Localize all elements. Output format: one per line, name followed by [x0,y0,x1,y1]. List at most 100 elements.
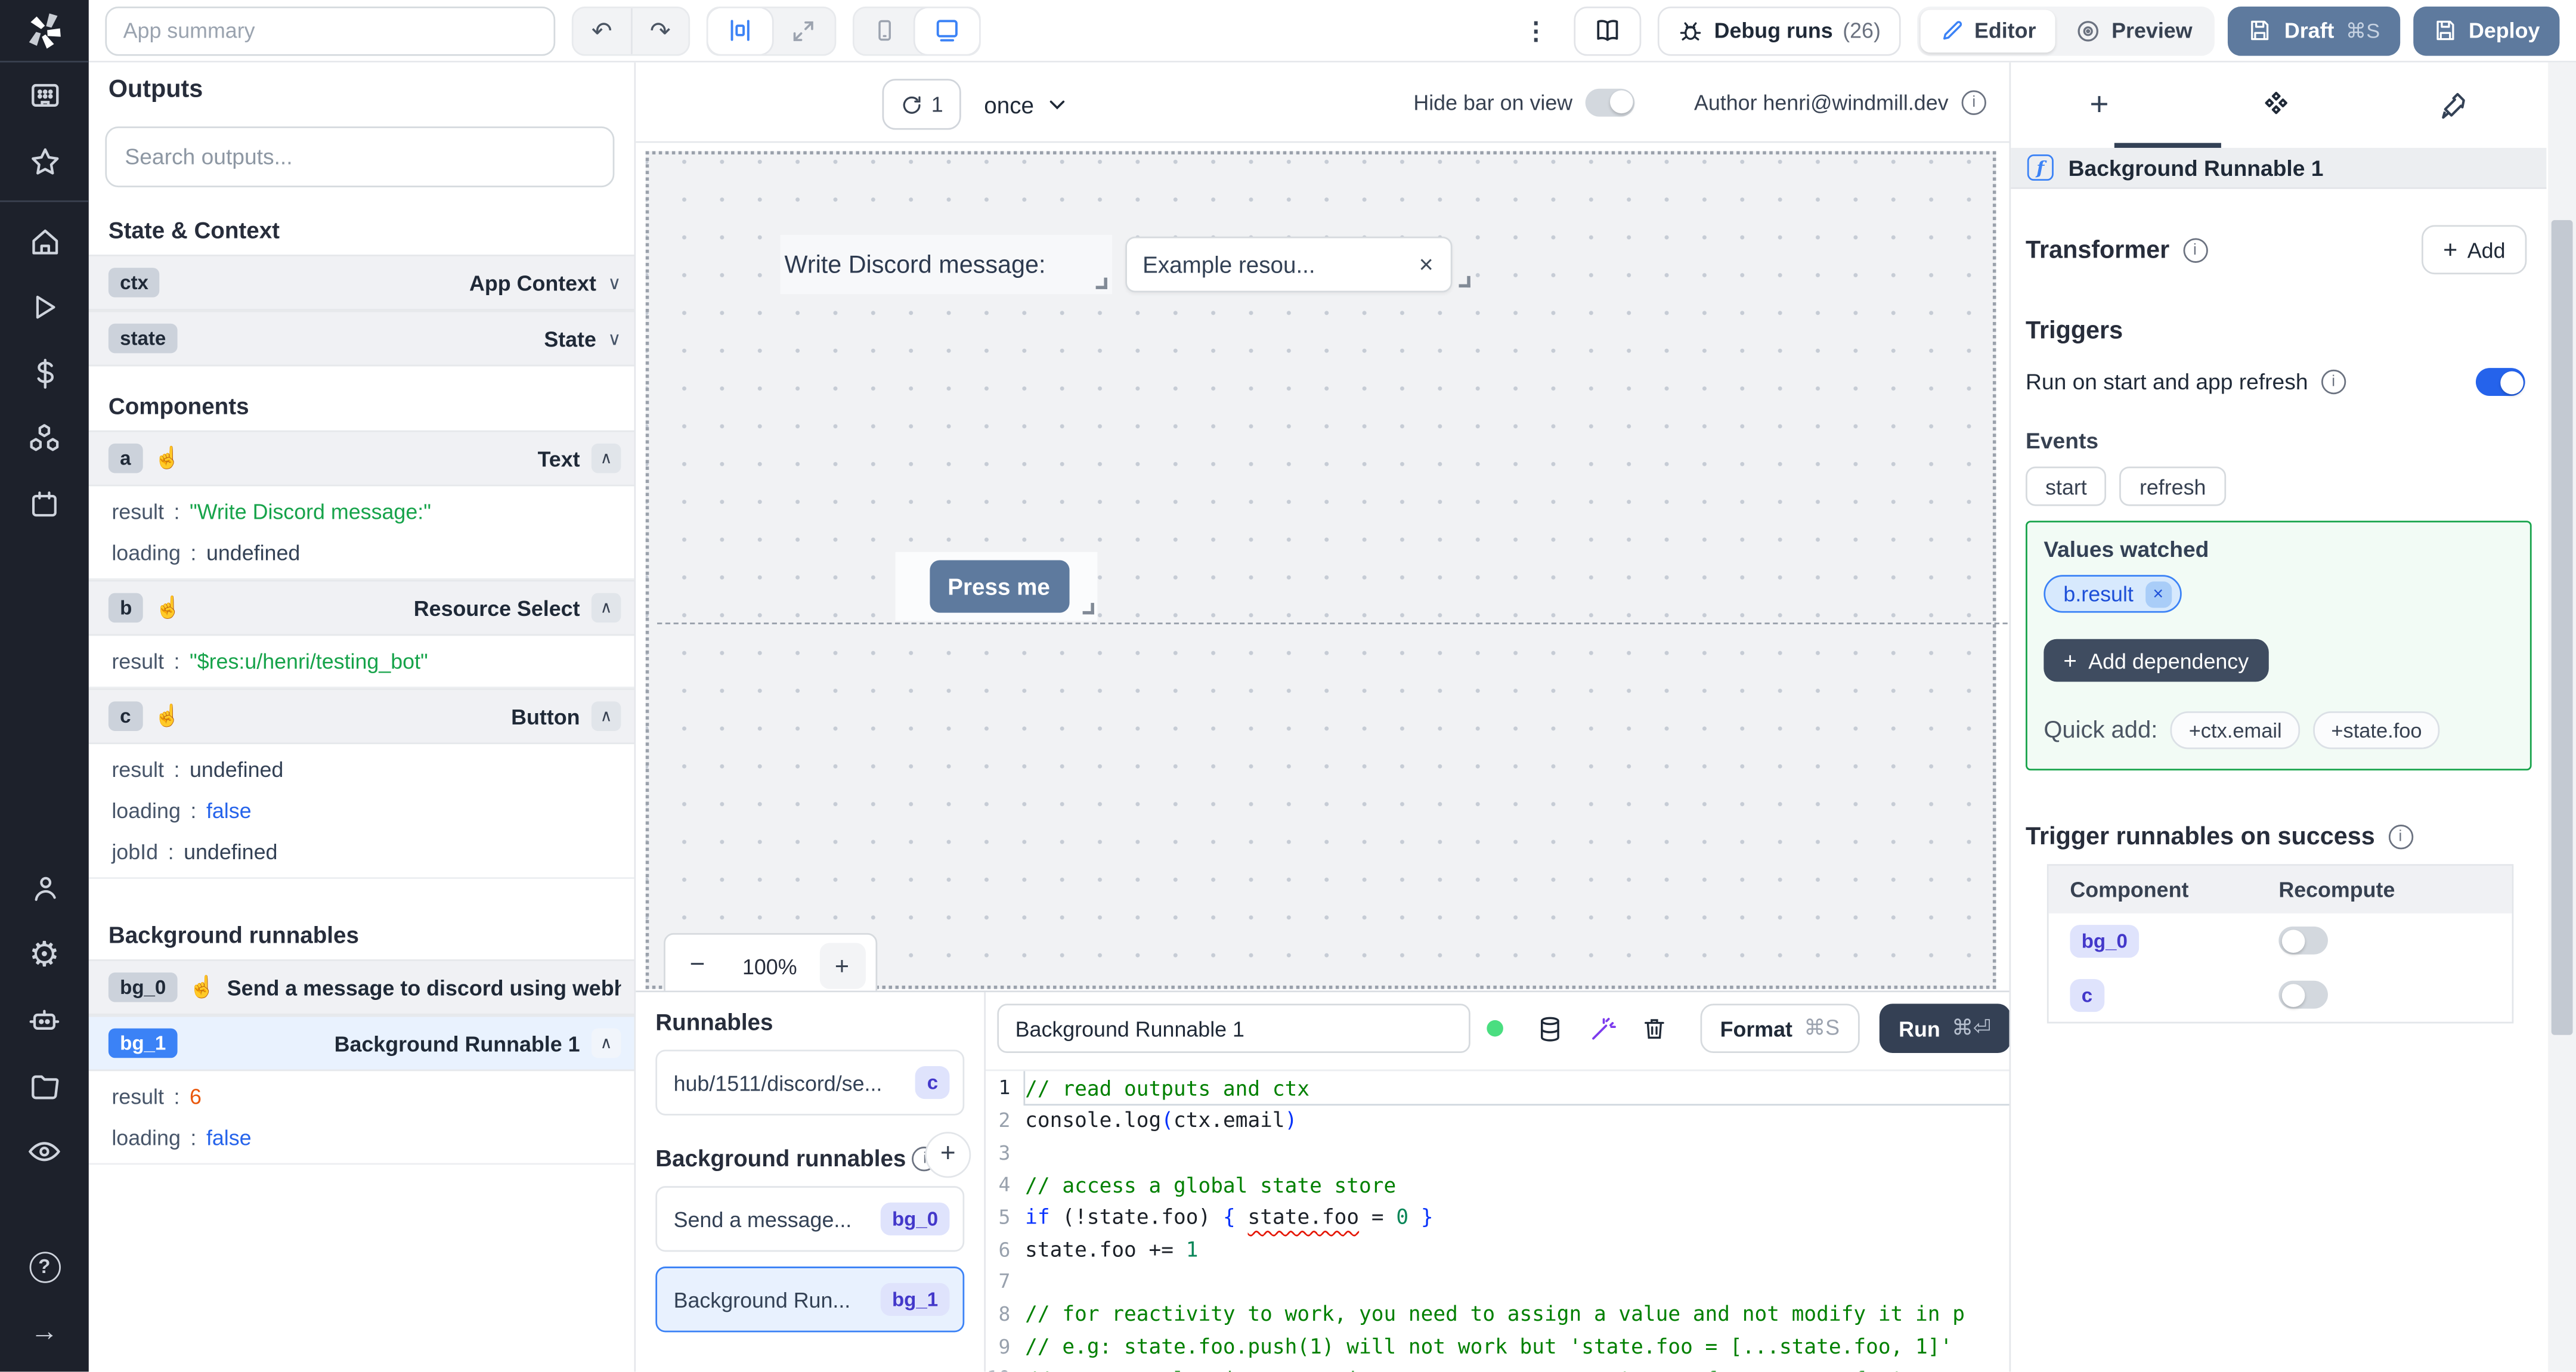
info-icon[interactable]: i [1961,89,1986,114]
bg-runnable-row[interactable]: bg_0 ☝ Send a message to discord using we… [88,959,634,1015]
recompute-toggle[interactable] [2278,926,2328,955]
undo-button[interactable]: ↶ [574,7,632,54]
tab-runnables-settings[interactable] [2188,88,2364,122]
deploy-button[interactable]: Deploy [2413,5,2560,55]
tab-add-component[interactable]: + [2011,86,2187,124]
code-line[interactable]: 5 if (!state.foo) { state.foo = 0 } [986,1201,2022,1233]
resource-select-component[interactable]: Example resou... × [1124,236,1470,293]
chevron-down-icon[interactable]: ∨ [608,272,621,293]
runs-play-icon[interactable] [0,274,89,340]
debug-runs-button[interactable]: Debug runs (26) [1658,5,1900,55]
schedules-calendar-icon[interactable] [0,472,89,537]
code-editor[interactable]: 1 // read outputs and ctx 2 console.log(… [986,1070,2023,1372]
state-context-row[interactable]: ctx App Context ∨ [88,255,634,311]
info-icon[interactable]: i [2388,825,2413,850]
code-line[interactable]: 4 // access a global state store [986,1169,2022,1201]
apps-window-icon[interactable] [0,63,89,128]
variables-dollar-icon[interactable] [0,340,89,405]
folders-icon[interactable] [0,1053,89,1119]
code-line[interactable]: 8 // for reactivity to work, you need to… [986,1298,2022,1330]
help-icon[interactable]: ? [0,1234,89,1299]
collapse-icon[interactable]: ∧ [591,1028,621,1058]
draft-button[interactable]: Draft ⌘S [2228,5,2400,55]
more-menu-button[interactable]: ⋮ [1521,16,1552,45]
chevron-down-icon[interactable]: ∨ [608,328,621,349]
bg-runnable-item[interactable]: Send a message... bg_0 [655,1187,965,1253]
zoom-out-button[interactable]: − [674,951,720,981]
state-context-row[interactable]: state State ∨ [88,310,634,367]
ai-wand-icon[interactable] [1575,1015,1628,1043]
run-button[interactable]: Run ⌘⏎ [1879,1004,2011,1054]
recompute-toggle[interactable] [2278,980,2328,1009]
event-chip[interactable]: start [2026,466,2107,506]
quick-add-chip[interactable]: +state.foo [2313,711,2440,750]
collapse-icon[interactable]: ∧ [591,593,621,623]
tab-preview[interactable]: Preview [2055,9,2212,52]
outputs-search[interactable] [105,126,615,188]
fullscreen-button[interactable] [772,7,835,53]
delete-trash-icon[interactable] [1628,1015,1680,1042]
clear-select-icon[interactable]: × [1419,250,1433,278]
add-transformer-button[interactable]: + Add [2422,225,2527,275]
tab-editor[interactable]: Editor [1920,9,2056,52]
bg-runnable-row[interactable]: bg_1 Background Runnable 1 ∧ [88,1015,634,1071]
text-component[interactable]: Write Discord message: [779,234,1111,295]
settings-gear-icon[interactable]: ⚙ [0,922,89,987]
app-summary-input[interactable] [105,5,556,55]
add-background-runnable-button[interactable]: + [925,1132,971,1179]
resize-handle[interactable] [1458,275,1470,288]
code-line[interactable]: 3 [986,1136,2022,1169]
collapse-arrow-icon[interactable]: → [0,1299,89,1365]
info-icon[interactable]: i [2182,237,2207,262]
run-on-start-toggle[interactable] [2475,368,2525,396]
users-person-icon[interactable] [0,856,89,921]
quick-add-chip[interactable]: +ctx.email [2171,711,2301,750]
button-component-area[interactable]: Press me [894,552,1097,621]
right-scrollbar[interactable] [2548,62,2576,1372]
resources-cubes-icon[interactable] [0,406,89,472]
format-button[interactable]: Format ⌘S [1700,1004,1860,1054]
scrollbar-thumb[interactable] [2551,220,2573,1035]
hide-bar-toggle[interactable] [1586,88,1635,116]
favorites-star-icon[interactable] [0,128,89,194]
resize-handle[interactable] [1082,603,1094,615]
event-chip[interactable]: refresh [2119,466,2226,506]
collapse-icon[interactable]: ∧ [591,443,621,473]
audit-eye-icon[interactable] [0,1119,89,1184]
canvas-grid[interactable]: Write Discord message: Example resou... … [645,151,2008,992]
search-outputs-input[interactable] [125,144,595,169]
code-line[interactable]: 2 console.log(ctx.email) [986,1104,2022,1136]
redo-button[interactable]: ↷ [632,7,689,53]
code-line[interactable]: 6 state.foo += 1 [986,1233,2022,1265]
bg-runnable-item[interactable]: Background Run... bg_1 [655,1267,965,1333]
add-dependency-button[interactable]: + Add dependency [2044,639,2269,682]
schedule-dropdown[interactable]: once [984,79,1069,129]
remove-icon[interactable]: × [2145,580,2172,608]
mobile-view-button[interactable] [854,7,915,53]
docs-button[interactable] [1574,5,1642,55]
workers-robot-icon[interactable] [0,987,89,1053]
code-line[interactable]: 9 // e.g: state.foo.push(1) will not wor… [986,1330,2022,1362]
collapse-icon[interactable]: ∧ [591,701,621,732]
code-line[interactable]: 1 // read outputs and ctx [986,1071,2023,1106]
zoom-in-button[interactable]: + [819,943,865,989]
component-row[interactable]: c ☝ Button ∧ [88,688,634,745]
app-canvas[interactable]: Write Discord message: Example resou... … [636,143,2010,993]
tab-styling[interactable] [2364,89,2541,122]
component-row[interactable]: a ☝ Text ∧ [88,430,634,487]
desktop-view-button[interactable] [915,7,980,54]
runnable-item[interactable]: hub/1511/discord/se... c [655,1050,965,1116]
press-me-button[interactable]: Press me [929,560,1069,613]
cache-db-icon[interactable] [1523,1015,1575,1043]
refresh-count-button[interactable]: 1 [882,79,961,130]
runnable-name-input[interactable] [997,1004,1470,1054]
watched-value-chip[interactable]: b.result × [2044,575,2181,613]
resize-handle[interactable] [1095,277,1107,289]
windmill-logo[interactable] [0,0,89,63]
centered-layout-button[interactable] [708,7,773,54]
code-line[interactable]: 10 // you may also just reassign as next… [986,1362,2022,1372]
home-icon[interactable] [0,209,89,274]
info-icon[interactable]: i [2321,369,2346,395]
code-line[interactable]: 7 [986,1266,2022,1298]
component-row[interactable]: b ☝ Resource Select ∧ [88,580,634,636]
